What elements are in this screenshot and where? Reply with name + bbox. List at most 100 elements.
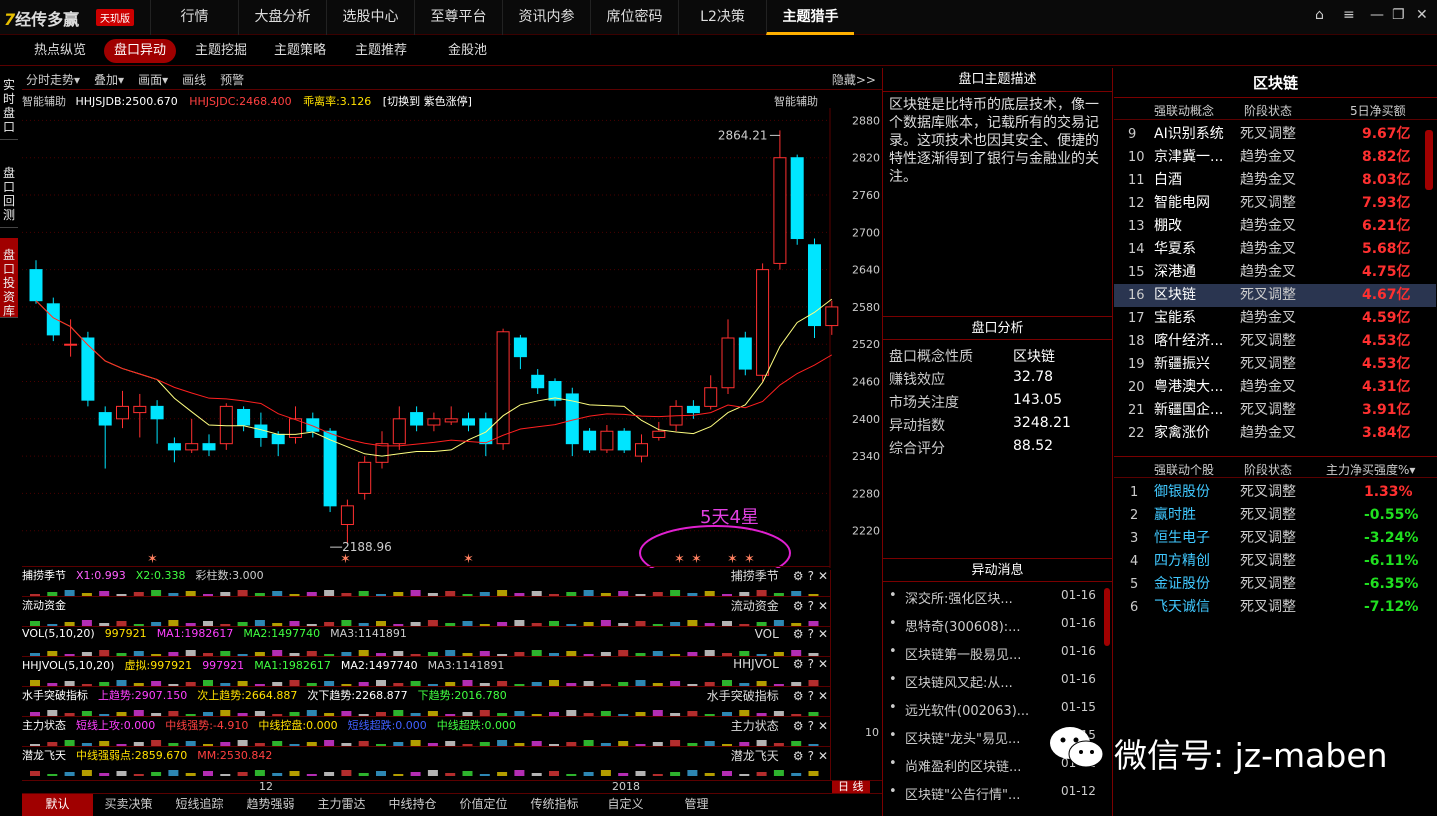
y-tick: 2880 — [852, 114, 880, 127]
bottom-tab[interactable]: 传统指标 — [519, 794, 590, 816]
indicator-bar — [99, 714, 110, 716]
indicator-bar — [410, 654, 421, 656]
bottom-tab[interactable]: 短线追踪 — [164, 794, 235, 816]
news-item[interactable]: • 区块链风又起:从... 01-16 — [883, 672, 1103, 694]
concept-row[interactable]: 16 区块链 死叉调整 4.67亿 — [1114, 284, 1436, 307]
menu-icon[interactable]: ≡ — [1343, 7, 1355, 23]
concept-row[interactable]: 19 新疆振兴 死叉调整 4.53亿 — [1114, 353, 1436, 376]
stock-row[interactable]: 2 赢时胜 死叉调整 -0.55% — [1114, 504, 1436, 527]
concept-name: 京津冀一... — [1154, 149, 1224, 165]
stock-name: 飞天诚信 — [1154, 599, 1210, 615]
toolbar-item[interactable]: 预警 — [220, 71, 244, 88]
indicator-bar — [773, 620, 784, 626]
indicator-bar — [81, 652, 92, 656]
indicator-bar — [410, 590, 421, 596]
left-tab[interactable]: 盘口投资库 — [0, 238, 18, 318]
subtab[interactable]: 主题挖掘 — [185, 39, 257, 63]
assist-switch[interactable]: [切换到 紫色涨停] — [383, 95, 472, 108]
stock-row[interactable]: 4 四方精创 死叉调整 -6.11% — [1114, 550, 1436, 573]
nav-item[interactable]: L2决策 — [678, 0, 766, 35]
bottom-tab[interactable]: 主力雷达 — [306, 794, 377, 816]
subtab[interactable]: 金股池 — [438, 39, 497, 63]
news-item[interactable]: • 思特奇(300608):... 01-16 — [883, 616, 1103, 638]
star-icon: ✶ — [674, 552, 685, 567]
news-item[interactable]: • 深交所:强化区块... 01-16 — [883, 588, 1103, 610]
candle-body — [635, 443, 648, 457]
bottom-tab[interactable]: 中线持仓 — [377, 794, 448, 816]
bottom-tab[interactable]: 管理 — [661, 794, 732, 816]
stock-header-name[interactable]: 强联动个股 — [1154, 461, 1214, 478]
concept-scrollbar[interactable] — [1425, 130, 1433, 190]
nav-item[interactable]: 主题猎手 — [766, 0, 854, 35]
indicator-bar — [376, 712, 386, 716]
left-tab[interactable]: 实时盘口 — [0, 68, 18, 140]
concept-row[interactable]: 18 喀什经济... 死叉调整 4.53亿 — [1114, 330, 1436, 353]
news-scrollbar[interactable] — [1104, 588, 1110, 646]
concept-row[interactable]: 9 AI识别系统 死叉调整 9.67亿 — [1114, 123, 1436, 146]
hide-button[interactable]: 隐藏>> — [832, 71, 876, 88]
stock-header-strength[interactable]: 主力净买强度%▾ — [1326, 461, 1415, 478]
bottom-tab[interactable]: 默认 — [22, 794, 93, 816]
indicator-bar — [220, 624, 231, 626]
nav-item[interactable]: 行情 — [150, 0, 238, 35]
concept-row[interactable]: 10 京津冀一... 趋势金叉 8.82亿 — [1114, 146, 1436, 169]
concept-header-status[interactable]: 阶段状态 — [1244, 102, 1292, 119]
toolbar-item[interactable]: 叠加▾ — [94, 71, 124, 88]
subtab[interactable]: 盘口异动 — [104, 39, 177, 63]
concept-header-name[interactable]: 强联动概念 — [1154, 102, 1214, 119]
news-item[interactable]: • 远光软件(002063)... 01-15 — [883, 700, 1103, 722]
left-tab[interactable]: 盘口回测 — [0, 156, 18, 228]
concept-row[interactable]: 21 新疆国企... 死叉调整 3.91亿 — [1114, 399, 1436, 422]
news-item[interactable]: • 区块链"公告行情"... 01-12 — [883, 784, 1103, 806]
indicator-bar — [773, 743, 784, 746]
period-button[interactable]: 日 线 — [832, 781, 870, 793]
bottom-tab[interactable]: 价值定位 — [448, 794, 519, 816]
concept-row[interactable]: 13 棚改 趋势金叉 6.21亿 — [1114, 215, 1436, 238]
stock-row[interactable]: 1 御银股份 死叉调整 1.33% — [1114, 481, 1436, 504]
nav-item[interactable]: 至尊平台 — [414, 0, 502, 35]
news-item[interactable]: • 区块链第一股易见... 01-16 — [883, 644, 1103, 666]
stock-row[interactable]: 3 恒生电子 死叉调整 -3.24% — [1114, 527, 1436, 550]
home-icon[interactable]: ⌂ — [1315, 7, 1324, 23]
main-nav: 行情 大盘分析 选股中心 至尊平台 资讯内参 席位密码 L2决策 主题猎手 — [150, 0, 854, 35]
close-icon[interactable]: ✕ — [1416, 7, 1428, 23]
nav-item[interactable]: 大盘分析 — [238, 0, 326, 35]
subtab[interactable]: 热点纵览 — [24, 39, 96, 63]
indicator-bar — [427, 684, 438, 686]
indicator-bar — [635, 744, 646, 746]
stock-header-status[interactable]: 阶段状态 — [1244, 461, 1292, 478]
indicator-bar — [479, 624, 490, 626]
indicator-bar — [808, 653, 819, 656]
minimize-icon[interactable]: — — [1370, 7, 1384, 23]
nav-item[interactable]: 资讯内参 — [502, 0, 590, 35]
concept-row[interactable]: 14 华夏系 趋势金叉 5.68亿 — [1114, 238, 1436, 261]
toolbar-item[interactable]: 画面▾ — [138, 71, 168, 88]
concept-row[interactable]: 11 白酒 趋势金叉 8.03亿 — [1114, 169, 1436, 192]
right-panel: 区块链 强联动概念 阶段状态 5日净买额 9 AI识别系统 死叉调整 9.67亿 10 京… — [1114, 68, 1437, 816]
toolbar-item[interactable]: 分时走势▾ — [26, 71, 80, 88]
candle-body — [167, 443, 181, 451]
concept-row[interactable]: 22 家禽涨价 趋势金叉 3.84亿 — [1114, 422, 1436, 445]
nav-item[interactable]: 选股中心 — [326, 0, 414, 35]
stock-row[interactable]: 6 飞天诚信 死叉调整 -7.12% — [1114, 596, 1436, 619]
bottom-tab[interactable]: 自定义 — [590, 794, 661, 816]
stock-row[interactable]: 5 金证股份 死叉调整 -6.35% — [1114, 573, 1436, 596]
bottom-tab[interactable]: 买卖决策 — [93, 794, 164, 816]
concept-row[interactable]: 17 宝能系 趋势金叉 4.59亿 — [1114, 307, 1436, 330]
concept-row[interactable]: 15 深港通 趋势金叉 4.75亿 — [1114, 261, 1436, 284]
indicator-bar — [427, 593, 438, 596]
indicator-bar — [237, 740, 248, 746]
bottom-tab[interactable]: 趋势强弱 — [235, 794, 306, 816]
nav-item[interactable]: 席位密码 — [590, 0, 678, 35]
toolbar-item[interactable]: 画线 — [182, 71, 206, 88]
indicator-bar — [652, 592, 663, 596]
subtab[interactable]: 主题策略 — [264, 39, 336, 63]
candlestick-chart[interactable]: 2880 2820 2760 2700 2640 2580 2520 2460 2400 2340… — [22, 108, 882, 568]
news-title: 区块链第一股易见... — [905, 648, 1022, 663]
concept-row[interactable]: 12 智能电网 死叉调整 7.93亿 — [1114, 192, 1436, 215]
subtab[interactable]: 主题推荐 — [345, 39, 417, 63]
concept-row[interactable]: 20 粤港澳大... 趋势金叉 4.31亿 — [1114, 376, 1436, 399]
restore-icon[interactable]: ❐ — [1392, 7, 1405, 23]
indicator-bar — [272, 623, 283, 626]
concept-header-amount[interactable]: 5日净买额 — [1350, 102, 1406, 119]
